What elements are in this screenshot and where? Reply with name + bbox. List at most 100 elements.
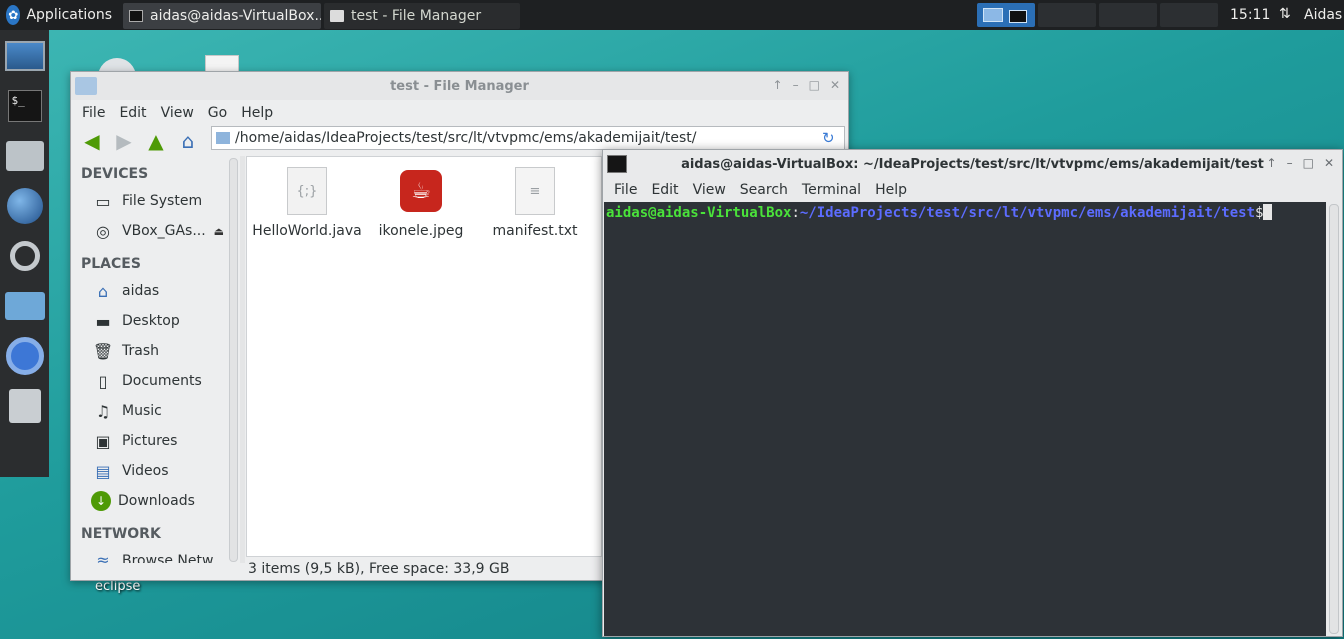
taskbar-item-file-manager[interactable]: test - File Manager <box>324 3 520 29</box>
window-thumbnail <box>1009 10 1027 23</box>
terminal-cursor <box>1263 204 1273 220</box>
home-folder-icon <box>5 141 44 171</box>
window-controls: ↑ – □ ✕ <box>1267 156 1334 170</box>
minimize-button[interactable]: – <box>793 78 799 92</box>
close-button[interactable]: ✕ <box>1324 156 1334 170</box>
menu-terminal[interactable]: Terminal <box>795 182 868 198</box>
folder-icon <box>4 292 45 320</box>
file-item-helloworld-java[interactable]: {;} HelloWorld.java <box>250 167 364 239</box>
file-name: manifest.txt <box>492 223 578 239</box>
sidebar-item-home[interactable]: ⌂ aidas <box>72 276 229 306</box>
status-bar: 3 items (9,5 kB), Free space: 33,9 GB <box>248 561 510 577</box>
menu-view[interactable]: View <box>686 182 733 198</box>
menu-help[interactable]: Help <box>868 182 914 198</box>
location-bar[interactable]: /home/aidas/IdeaProjects/test/src/lt/vtv… <box>211 126 845 150</box>
panel-clock[interactable]: 15:11 <box>1230 0 1270 30</box>
window-title: aidas@aidas-VirtualBox: ~/IdeaProjects/t… <box>681 156 1264 172</box>
shade-button[interactable]: ↑ <box>1267 156 1277 170</box>
terminal-output[interactable]: aidas@aidas-VirtualBox:~/IdeaProjects/te… <box>604 202 1326 636</box>
location-input[interactable]: /home/aidas/IdeaProjects/test/src/lt/vtv… <box>235 130 822 146</box>
applications-menu[interactable]: ✿ Applications <box>0 0 118 30</box>
sidebar-heading-network: NETWORK <box>81 526 161 542</box>
dock-item-show-desktop[interactable] <box>3 32 47 80</box>
folder-icon <box>216 132 230 144</box>
sidebar-item-videos[interactable]: ▤ Videos <box>72 456 229 486</box>
minimize-button[interactable]: – <box>1287 156 1293 170</box>
user-menu[interactable]: Aidas <box>1304 0 1342 30</box>
dock-item-files[interactable] <box>3 282 47 330</box>
sidebar-item-vbox-gas[interactable]: ◎ VBox_GAs... ⏏ <box>72 216 229 246</box>
back-button[interactable]: ◀ <box>79 129 105 153</box>
file-item-manifest-txt[interactable]: ≡ manifest.txt <box>478 167 592 239</box>
sidebar-item-trash[interactable]: 🗑 Trash <box>72 336 229 366</box>
file-manager-titlebar[interactable]: test - File Manager ↑ – □ ✕ <box>71 72 848 100</box>
sidebar-item-downloads[interactable]: ↓ Downloads <box>72 486 229 516</box>
terminal-titlebar[interactable]: aidas@aidas-VirtualBox: ~/IdeaProjects/t… <box>603 150 1342 178</box>
menu-edit[interactable]: Edit <box>644 182 685 198</box>
file-item-ikonele-jpeg[interactable]: ☕ ikonele.jpeg <box>364 167 478 239</box>
up-button[interactable]: ▲ <box>143 129 169 153</box>
desktop-icon: ▬ <box>95 311 111 331</box>
terminal-window: aidas@aidas-VirtualBox: ~/IdeaProjects/t… <box>602 149 1343 637</box>
workspace-2[interactable] <box>1038 3 1096 27</box>
desktop-icon-label-eclipse[interactable]: eclipse <box>95 579 140 594</box>
file-view[interactable]: {;} HelloWorld.java ☕ ikonele.jpeg ≡ man… <box>246 156 602 557</box>
wifi-icon: ≋ <box>96 551 110 564</box>
sidebar-item-desktop[interactable]: ▬ Desktop <box>72 306 229 336</box>
home-button[interactable]: ⌂ <box>175 129 201 153</box>
terminal-scrollbar[interactable] <box>1329 204 1339 634</box>
dock-item-browser[interactable] <box>3 182 47 230</box>
sidebar-heading-places: PLACES <box>81 256 141 272</box>
workspace-pager <box>977 3 1218 27</box>
menu-search[interactable]: Search <box>733 182 795 198</box>
menu-view[interactable]: View <box>154 105 201 121</box>
workspace-4[interactable] <box>1160 3 1218 27</box>
terminal-icon: $_ <box>7 90 42 122</box>
menu-help[interactable]: Help <box>234 105 280 121</box>
prompt-dollar: $ <box>1255 205 1264 221</box>
terminal-icon <box>129 10 143 22</box>
file-name: HelloWorld.java <box>252 223 362 239</box>
workspace-1[interactable] <box>977 3 1035 27</box>
sidebar-item-label: Pictures <box>122 433 178 449</box>
dock-item-software[interactable] <box>3 382 47 430</box>
taskbar-item-label: aidas@aidas-VirtualBox... <box>150 8 321 24</box>
workspace-3[interactable] <box>1099 3 1157 27</box>
shade-button[interactable]: ↑ <box>773 78 783 92</box>
sidebar-scrollbar[interactable] <box>229 158 238 562</box>
sidebar-item-label: Trash <box>122 343 159 359</box>
sidebar-item-music[interactable]: ♫ Music <box>72 396 229 426</box>
menu-go[interactable]: Go <box>201 105 234 121</box>
eject-icon[interactable]: ⏏ <box>214 225 224 238</box>
download-icon: ↓ <box>91 491 111 511</box>
prompt-cwd: ~/IdeaProjects/test/src/lt/vtvpmc/ems/ak… <box>799 205 1256 221</box>
file-manager-sidebar: DEVICES ▭ File System ◎ VBox_GAs... ⏏ PL… <box>72 156 229 563</box>
sidebar-item-documents[interactable]: ▯ Documents <box>72 366 229 396</box>
dock-item-home[interactable] <box>3 132 47 180</box>
maximize-button[interactable]: □ <box>809 78 820 92</box>
terminal-menubar: File Edit View Search Terminal Help <box>603 178 1342 202</box>
dock-item-search[interactable] <box>3 232 47 280</box>
dock: $_ <box>0 30 49 477</box>
globe-icon <box>6 188 43 224</box>
taskbar-item-terminal[interactable]: aidas@aidas-VirtualBox... <box>123 3 321 29</box>
close-button[interactable]: ✕ <box>830 78 840 92</box>
pane-splitter[interactable] <box>240 156 245 563</box>
dock-item-chromium[interactable] <box>3 332 47 380</box>
folder-icon <box>330 10 344 22</box>
camera-icon: ▣ <box>95 431 111 451</box>
network-icon[interactable]: ⇅ <box>1279 6 1291 22</box>
forward-button[interactable]: ▶ <box>111 129 137 153</box>
maximize-button[interactable]: □ <box>1303 156 1314 170</box>
menu-edit[interactable]: Edit <box>112 105 153 121</box>
sidebar-item-file-system[interactable]: ▭ File System <box>72 186 229 216</box>
sidebar-item-pictures[interactable]: ▣ Pictures <box>72 426 229 456</box>
desktop-icon <box>4 41 45 71</box>
dock-item-terminal[interactable]: $_ <box>3 82 47 130</box>
menu-file[interactable]: File <box>607 182 644 198</box>
reload-icon[interactable]: ↻ <box>822 129 840 147</box>
menu-file[interactable]: File <box>75 105 112 121</box>
top-panel: ✿ Applications aidas@aidas-VirtualBox...… <box>0 0 1344 30</box>
applications-label: Applications <box>26 7 112 23</box>
sidebar-item-browse-network[interactable]: ≋ Browse Netw... <box>72 546 229 564</box>
